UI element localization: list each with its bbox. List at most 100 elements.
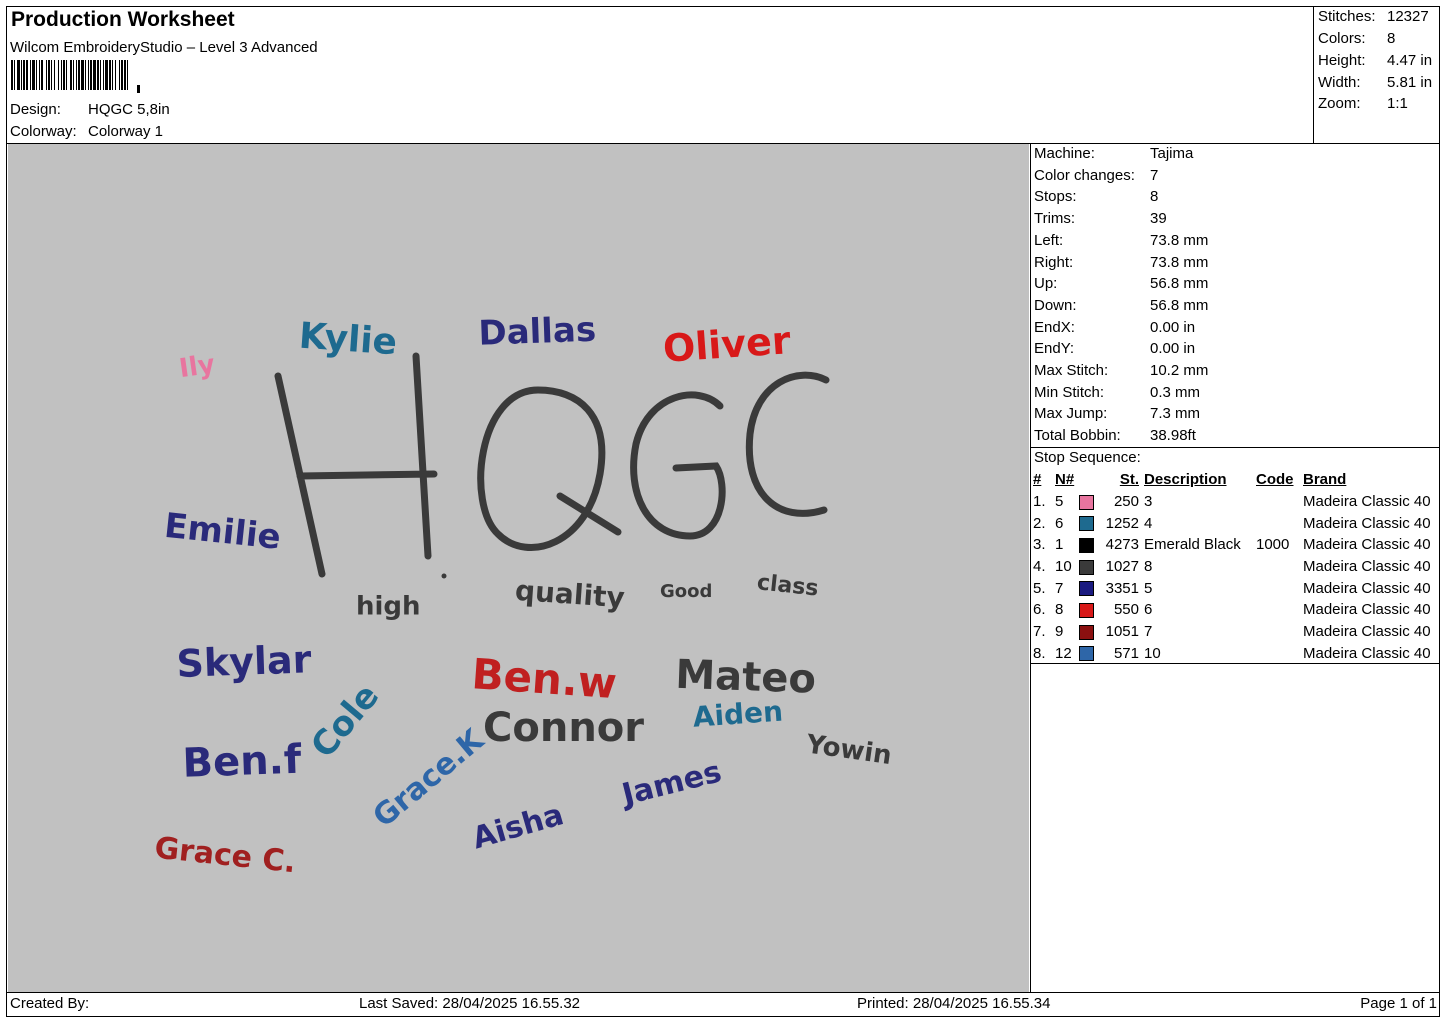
barcode-bar	[54, 60, 55, 90]
barcode-bar	[73, 60, 74, 90]
row-stitches: 250	[1113, 493, 1139, 511]
machine-info-box	[1030, 143, 1440, 448]
row-needle: 5	[1055, 493, 1064, 511]
row-needle: 1	[1055, 536, 1064, 554]
barcode-bar	[11, 60, 13, 90]
stat-label: Zoom:	[1318, 95, 1361, 112]
stat-value: 12327	[1387, 8, 1429, 25]
preview-word: Good	[660, 581, 712, 602]
created-by: Created By:	[10, 995, 90, 1012]
barcode-bar	[41, 60, 43, 90]
barcode-bar	[17, 60, 20, 90]
stat-value: 8	[1387, 30, 1396, 47]
preview-word: Grace C.	[153, 831, 298, 881]
machine-info-label: EndX:	[1034, 318, 1075, 336]
color-swatch	[1079, 537, 1094, 553]
machine-info-label: Stops:	[1034, 188, 1077, 206]
barcode-mark	[137, 85, 140, 93]
barcode-bar	[30, 60, 31, 90]
barcode-bar	[127, 60, 128, 90]
row-stitches: 1252	[1105, 514, 1139, 532]
color-swatch	[1079, 494, 1094, 510]
machine-info-label: Left:	[1034, 231, 1064, 249]
row-description: 5	[1144, 579, 1153, 597]
row-description: 10	[1144, 644, 1161, 662]
stat-label: Colors:	[1318, 30, 1366, 47]
page-number: Page 1 of 1	[1360, 995, 1437, 1012]
machine-info-label: Max Stitch:	[1034, 362, 1109, 379]
machine-info-label: Machine:	[1034, 145, 1095, 162]
row-code: 1000	[1256, 536, 1290, 554]
row-brand: Madeira Classic 40	[1303, 514, 1431, 532]
row-brand: Madeira Classic 40	[1303, 536, 1431, 554]
row-index: 5.	[1033, 579, 1046, 597]
row-description: 6	[1144, 601, 1153, 619]
machine-info-value: Tajima	[1150, 145, 1194, 162]
design-preview: Ily Kylie Dallas Oliver Emilie high quality Goo…	[8, 144, 1029, 992]
row-swatch	[1079, 621, 1097, 643]
barcode-bar	[26, 60, 28, 90]
color-swatch	[1079, 516, 1094, 532]
software-name: Wilcom EmbroideryStudio – Level 3 Advanc…	[10, 39, 318, 56]
row-index: 4.	[1033, 558, 1046, 576]
preview-word: Cole	[303, 676, 387, 765]
machine-info-value: 39	[1150, 210, 1167, 228]
col-needle-header: N#	[1055, 471, 1075, 489]
row-index: 8.	[1033, 644, 1046, 662]
stop-sequence-table: # N# St. Description Code Brand 1. 5 250 3 M…	[1033, 469, 1431, 664]
machine-info-value: 10.2 mm	[1150, 362, 1209, 379]
row-brand: Madeira Classic 40	[1303, 623, 1431, 641]
barcode-bar	[105, 60, 108, 90]
stat-label: Height:	[1318, 52, 1366, 69]
barcode-bar	[66, 60, 67, 90]
letter-h	[274, 352, 438, 578]
row-brand: Madeira Classic 40	[1303, 601, 1431, 619]
machine-info-value: 0.3 mm	[1150, 383, 1201, 401]
row-index: 1.	[1033, 493, 1046, 511]
preview-word: Ben.w	[470, 649, 618, 708]
row-stitches: 4273	[1105, 536, 1139, 554]
preview-word: Oliver	[662, 318, 793, 371]
barcode-bar	[23, 60, 25, 90]
preview-word: Ben.f	[182, 737, 303, 787]
barcode-bar	[21, 60, 22, 90]
barcode-bar	[58, 60, 59, 90]
row-swatch	[1079, 491, 1097, 513]
row-code	[1256, 577, 1300, 599]
stat-value: 1:1	[1387, 95, 1408, 112]
barcode-bar	[63, 60, 65, 90]
design-label: Design:	[10, 101, 61, 118]
preview-word: Yowin	[803, 729, 893, 771]
barcode-bar	[90, 60, 92, 90]
barcode-bar	[115, 60, 116, 90]
barcode-bar	[39, 60, 40, 90]
row-code	[1256, 599, 1300, 621]
machine-info-label: Right:	[1034, 253, 1074, 271]
row-brand: Madeira Classic 40	[1303, 493, 1431, 511]
barcode-bar	[51, 60, 52, 90]
col-index-header: #	[1033, 471, 1042, 489]
row-code	[1256, 621, 1300, 643]
color-swatch	[1079, 559, 1094, 575]
stat-value: 5.81 in	[1387, 74, 1433, 91]
preview-dot	[441, 573, 447, 579]
machine-info-label: Total Bobbin:	[1034, 427, 1121, 445]
machine-info-value: 56.8 mm	[1150, 296, 1209, 314]
color-swatch	[1079, 624, 1094, 640]
stop-sequence-row: 3. 1 4273 Emerald Black 1000 Madeira Classic …	[1033, 534, 1431, 556]
barcode-bar	[81, 60, 84, 90]
stat-label: Width:	[1318, 74, 1361, 91]
barcode-bar	[93, 60, 96, 90]
barcode-bar	[32, 60, 35, 90]
row-swatch	[1079, 643, 1097, 665]
barcode-bar	[85, 60, 86, 90]
row-stitches: 3351	[1105, 579, 1139, 597]
letter-g	[630, 391, 726, 540]
preview-word: Ily	[177, 349, 216, 384]
preview-word: James	[617, 754, 725, 813]
stat-label: Stitches:	[1318, 8, 1376, 25]
row-brand: Madeira Classic 40	[1303, 558, 1431, 576]
row-stitches: 550	[1113, 601, 1139, 619]
row-description: 7	[1144, 623, 1153, 641]
col-swatch-header	[1079, 469, 1097, 491]
